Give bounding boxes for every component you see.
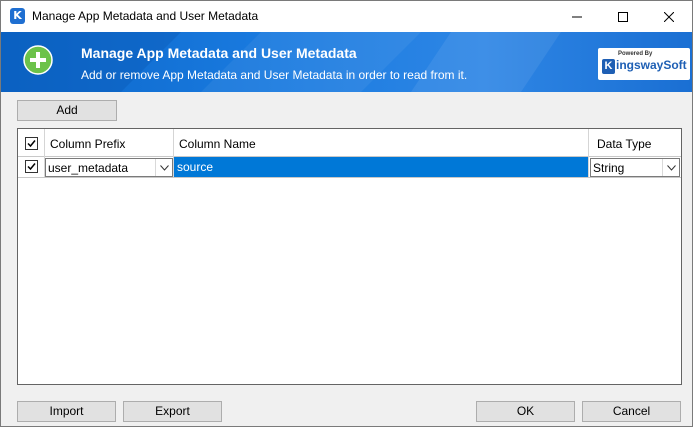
header-column-prefix-label: Column Prefix	[50, 137, 126, 151]
banner-decoration	[1, 32, 561, 92]
export-button[interactable]: Export	[123, 401, 222, 422]
maximize-icon	[618, 11, 628, 22]
column-prefix-value: user_metadata	[48, 161, 129, 175]
banner-title: Manage App Metadata and User Metadata	[81, 45, 357, 61]
add-circle-icon	[23, 45, 53, 75]
header-column-name[interactable]: Column Name	[174, 129, 589, 157]
row-prefix-cell: user_metadata	[45, 157, 174, 177]
title-bar: K Manage App Metadata and User Metadata	[1, 1, 692, 32]
row-type-cell: String	[589, 157, 681, 177]
window-title: Manage App Metadata and User Metadata	[32, 9, 259, 23]
metadata-grid: Column Prefix Column Name Data Type user…	[17, 128, 682, 385]
logo-powered-by: Powered By	[618, 51, 653, 57]
dropdown-arrow	[155, 159, 172, 176]
dropdown-arrow	[662, 159, 679, 176]
close-icon	[664, 11, 674, 22]
header-data-type-label: Data Type	[597, 137, 652, 151]
data-type-dropdown[interactable]: String	[590, 158, 680, 177]
select-all-checkbox[interactable]	[25, 137, 38, 150]
header-banner: Manage App Metadata and User Metadata Ad…	[1, 32, 692, 92]
data-type-value: String	[593, 161, 625, 175]
minimize-button[interactable]	[554, 1, 600, 32]
column-name-cell[interactable]: source	[174, 157, 589, 177]
close-button[interactable]	[646, 1, 692, 32]
checkmark-icon	[27, 140, 36, 148]
row-select-cell	[18, 157, 45, 177]
minimize-icon	[572, 16, 582, 17]
row-checkbox[interactable]	[25, 160, 38, 173]
chevron-down-icon	[666, 164, 676, 171]
ok-button[interactable]: OK	[476, 401, 575, 422]
kingswaysoft-logo: Powered By KingswaySoft	[598, 48, 690, 80]
import-button[interactable]: Import	[17, 401, 116, 422]
header-column-name-label: Column Name	[179, 137, 256, 151]
header-data-type[interactable]: Data Type	[589, 129, 681, 157]
header-column-prefix[interactable]: Column Prefix	[45, 129, 174, 157]
column-prefix-dropdown[interactable]: user_metadata	[45, 158, 173, 177]
banner-subtitle: Add or remove App Metadata and User Meta…	[81, 68, 468, 82]
cancel-button[interactable]: Cancel	[582, 401, 681, 422]
add-button[interactable]: Add	[17, 100, 117, 121]
dialog-window: K Manage App Metadata and User Metadata …	[0, 0, 693, 427]
logo-brand: KingswaySoft	[602, 58, 687, 74]
maximize-button[interactable]	[600, 1, 646, 32]
app-icon: K	[10, 8, 25, 24]
chevron-down-icon	[159, 164, 169, 171]
table-row: user_metadata source String	[18, 157, 681, 178]
grid-header: Column Prefix Column Name Data Type	[18, 129, 681, 157]
checkmark-icon	[27, 163, 36, 171]
header-select-all-cell	[18, 129, 45, 157]
column-name-value: source	[177, 160, 214, 174]
